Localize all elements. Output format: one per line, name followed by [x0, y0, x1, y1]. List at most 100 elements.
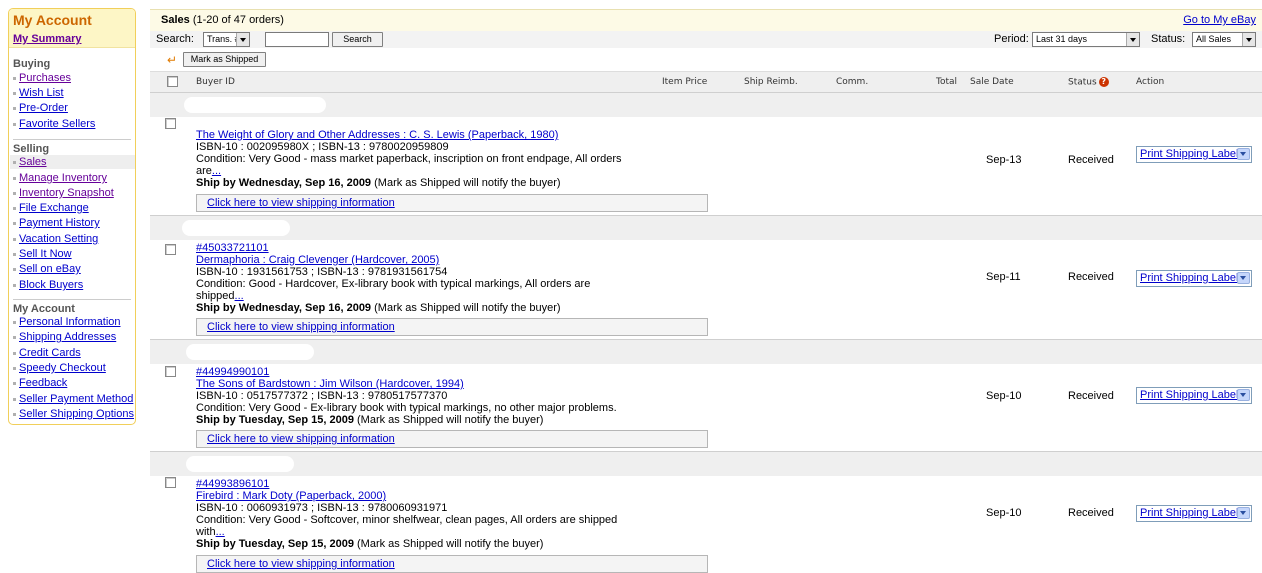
- order-number-link[interactable]: #44994990101: [196, 366, 269, 378]
- sidebar-item-file-exchange[interactable]: File Exchange: [13, 201, 135, 215]
- sidebar-item-vacation-setting[interactable]: Vacation Setting: [13, 232, 135, 246]
- condition: Condition: Very Good - Ex-library book w…: [196, 402, 617, 414]
- sidebar-item-wish-list[interactable]: Wish List: [13, 86, 135, 100]
- row-checkbox[interactable]: [165, 366, 176, 377]
- action-select[interactable]: Print Shipping Label: [1136, 146, 1252, 163]
- divider: [13, 139, 131, 140]
- col-status-label: Status: [1068, 77, 1097, 88]
- sidebar-item-sell-it-now[interactable]: Sell It Now: [13, 247, 135, 261]
- item-title-link[interactable]: Firebird : Mark Doty (Paperback, 2000): [196, 490, 386, 502]
- table-header: Buyer ID Item Price Ship Reimb. Comm. To…: [150, 71, 1262, 93]
- sales-header-bar: Sales (1-20 of 47 orders) Go to My eBay: [150, 9, 1262, 32]
- sidebar-item-favorite-sellers[interactable]: Favorite Sellers: [13, 117, 135, 131]
- row-checkbox[interactable]: [165, 477, 176, 488]
- sale-date: Sep-10: [986, 390, 1022, 402]
- sidebar-item-credit-cards[interactable]: Credit Cards: [13, 346, 135, 360]
- sale-date: Sep-11: [986, 271, 1021, 283]
- period-select[interactable]: Last 31 days: [1032, 32, 1140, 47]
- action-bar: ↵ Mark as Shipped: [150, 49, 1262, 70]
- sidebar-item-shipping-addresses[interactable]: Shipping Addresses: [13, 330, 135, 344]
- row-checkbox[interactable]: [165, 118, 176, 129]
- view-shipping-info-link[interactable]: Click here to view shipping information: [207, 197, 395, 209]
- status-select[interactable]: All Sales: [1192, 32, 1256, 47]
- shipping-info-box: Click here to view shipping information: [196, 555, 708, 573]
- order-details: #44993896101 Firebird : Mark Doty (Paper…: [196, 478, 617, 550]
- chevron-down-icon: [1126, 33, 1139, 46]
- isbn: ISBN-10 : 002095980X ; ISBN-13 : 9780020…: [196, 141, 449, 153]
- row-separator: [150, 451, 1262, 476]
- condition: Condition: Very Good - mass market paper…: [196, 153, 622, 165]
- buyer-id-redacted: [182, 220, 290, 236]
- sidebar-item-payment-history[interactable]: Payment History: [13, 216, 135, 230]
- selling-heading: Selling: [13, 143, 50, 155]
- help-icon[interactable]: ?: [1098, 77, 1109, 87]
- order-number-link[interactable]: #44993896101: [196, 478, 269, 490]
- more-link[interactable]: ...: [212, 165, 221, 177]
- row-separator: [150, 339, 1262, 364]
- go-to-my-ebay-link[interactable]: Go to My eBay: [1183, 14, 1256, 26]
- condition-continued: are: [196, 165, 212, 177]
- sidebar: My Account My Summary Buying Purchases W…: [8, 8, 136, 425]
- mark-as-shipped-button[interactable]: Mark as Shipped: [183, 52, 266, 67]
- row-checkbox[interactable]: [165, 244, 176, 255]
- search-button[interactable]: Search: [332, 32, 383, 47]
- chevron-down-icon: [1237, 389, 1250, 401]
- action-select[interactable]: Print Shipping Label: [1136, 270, 1252, 287]
- sidebar-item-purchases[interactable]: Purchases: [13, 71, 135, 85]
- sidebar-item-personal-information[interactable]: Personal Information: [13, 315, 135, 329]
- more-link[interactable]: ...: [235, 290, 244, 302]
- ship-note: (Mark as Shipped will notify the buyer): [353, 414, 544, 426]
- order-status: Received: [1068, 507, 1114, 519]
- search-type-select[interactable]: Trans. #: [203, 32, 250, 47]
- action-select[interactable]: Print Shipping Label: [1136, 505, 1252, 522]
- period-label: Period:: [994, 33, 1029, 45]
- ship-note: (Mark as Shipped will notify the buyer): [371, 302, 561, 314]
- shipping-info-box: Click here to view shipping information: [196, 430, 708, 448]
- item-title-link[interactable]: Dermaphoria : Craig Clevenger (Hardcover…: [196, 254, 439, 266]
- ship-by: Ship by Wednesday, Sep 16, 2009: [196, 177, 372, 189]
- more-link[interactable]: ...: [216, 526, 225, 538]
- sidebar-item-sell-on-ebay[interactable]: Sell on eBay: [13, 262, 135, 276]
- item-title-link[interactable]: The Weight of Glory and Other Addresses …: [196, 129, 558, 141]
- print-shipping-label-option: Print Shipping Label: [1140, 272, 1239, 284]
- isbn: ISBN-10 : 0060931973 ; ISBN-13 : 9780060…: [196, 502, 448, 514]
- chevron-down-icon: [1237, 507, 1250, 519]
- buyer-id-redacted: [184, 97, 326, 113]
- select-all-checkbox[interactable]: [167, 76, 178, 87]
- sidebar-item-inventory-snapshot[interactable]: Inventory Snapshot: [13, 186, 135, 200]
- order-details: #45033721101 Dermaphoria : Craig Cleveng…: [196, 242, 590, 314]
- search-type-value: Trans. #: [207, 34, 240, 44]
- sidebar-item-manage-inventory[interactable]: Manage Inventory: [13, 171, 135, 185]
- sidebar-item-speedy-checkout[interactable]: Speedy Checkout: [13, 361, 135, 375]
- chevron-down-icon: [1242, 33, 1255, 46]
- shipping-info-box: Click here to view shipping information: [196, 318, 708, 336]
- view-shipping-info-link[interactable]: Click here to view shipping information: [207, 433, 395, 445]
- isbn: ISBN-10 : 0517577372 ; ISBN-13 : 9780517…: [196, 390, 448, 402]
- order-number-link[interactable]: #45033721101: [196, 242, 269, 254]
- sidebar-item-seller-shipping-options[interactable]: Seller Shipping Options: [13, 407, 135, 421]
- chevron-down-icon: [236, 33, 249, 46]
- sidebar-item-seller-payment-method[interactable]: Seller Payment Method: [13, 392, 135, 406]
- condition-continued: shipped: [196, 290, 235, 302]
- view-shipping-info-link[interactable]: Click here to view shipping information: [207, 558, 395, 570]
- chevron-down-icon: [1237, 272, 1250, 284]
- sidebar-item-block-buyers[interactable]: Block Buyers: [13, 278, 135, 292]
- my-summary-link[interactable]: My Summary: [13, 33, 81, 45]
- order-details: The Weight of Glory and Other Addresses …: [196, 129, 622, 189]
- col-total: Total: [936, 77, 958, 87]
- sidebar-item-pre-order[interactable]: Pre-Order: [13, 101, 135, 115]
- order-status: Received: [1068, 390, 1114, 402]
- view-shipping-info-link[interactable]: Click here to view shipping information: [207, 321, 395, 333]
- order-status: Received: [1068, 271, 1114, 283]
- search-label: Search:: [156, 33, 194, 45]
- sale-date: Sep-13: [986, 154, 1022, 166]
- item-title-link[interactable]: The Sons of Bardstown : Jim Wilson (Hard…: [196, 378, 464, 390]
- action-select[interactable]: Print Shipping Label: [1136, 387, 1252, 404]
- col-status: Status?: [1068, 77, 1109, 88]
- search-input[interactable]: [265, 32, 329, 47]
- buyer-id-redacted: [186, 456, 294, 472]
- ship-by: Ship by Tuesday, Sep 15, 2009: [196, 414, 354, 426]
- sidebar-item-sales[interactable]: Sales: [10, 155, 135, 169]
- sidebar-item-feedback[interactable]: Feedback: [13, 376, 135, 390]
- divider: [13, 299, 131, 300]
